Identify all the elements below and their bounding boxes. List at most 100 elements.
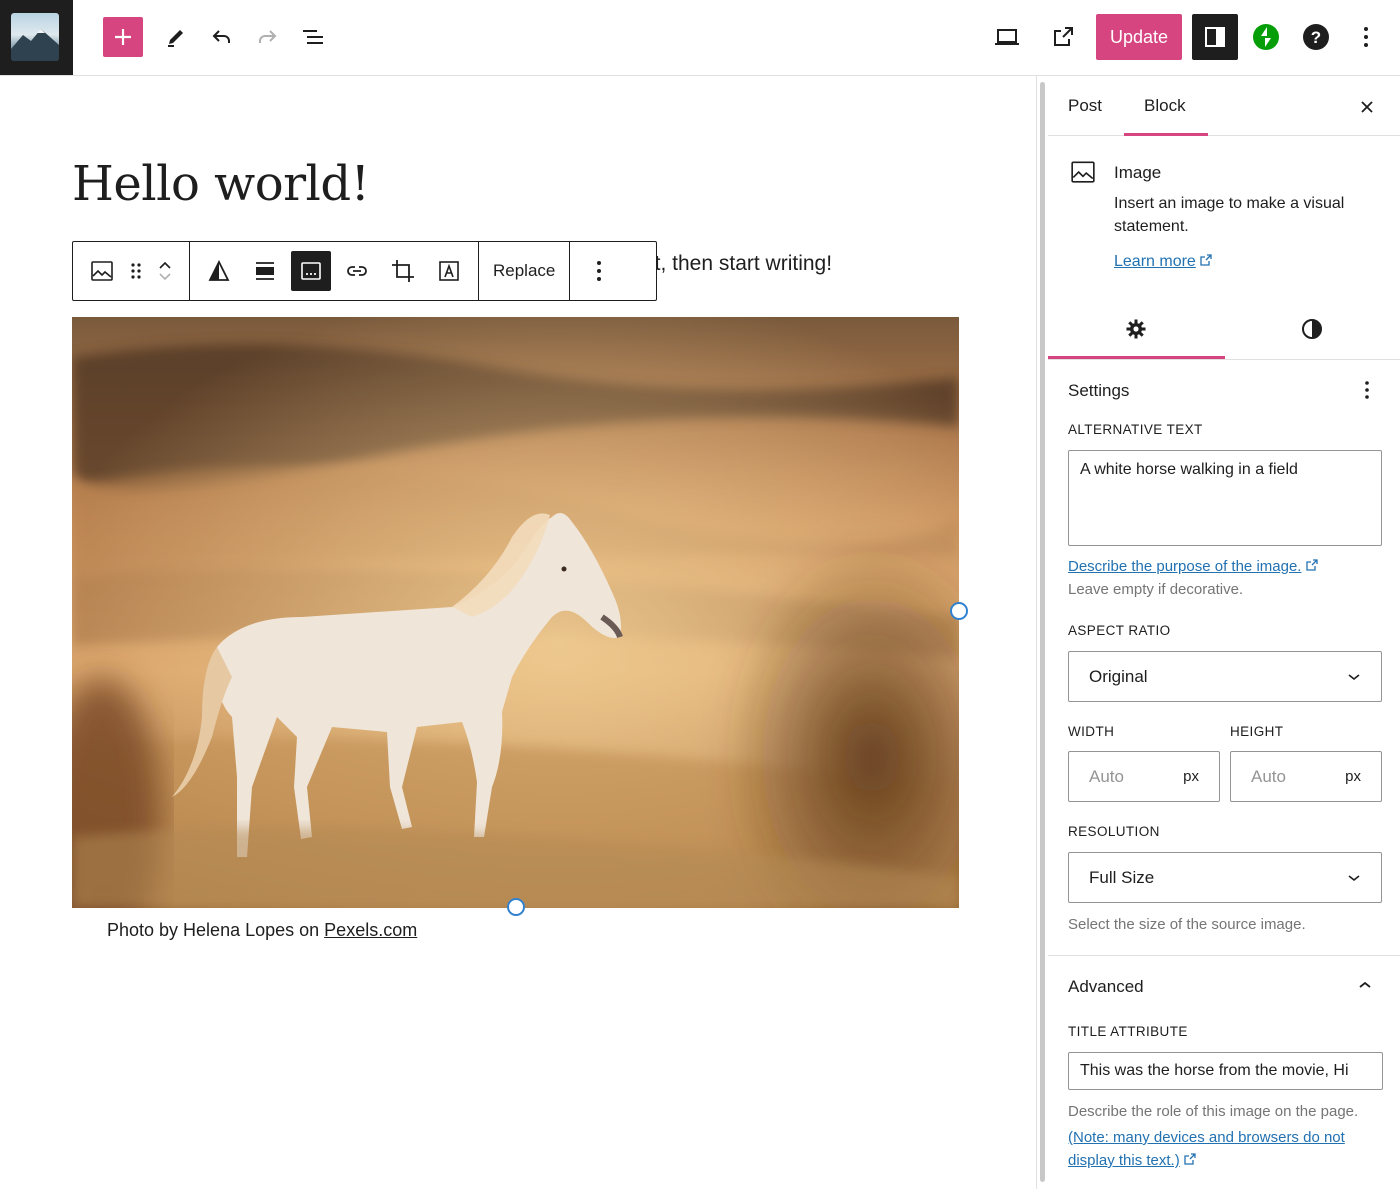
close-sidebar-button[interactable]	[1352, 92, 1382, 122]
help-button[interactable]: ?	[1296, 17, 1336, 57]
alt-help-link[interactable]: Describe the purpose of the image.	[1068, 558, 1318, 575]
settings-panel-options-button[interactable]	[1357, 377, 1377, 403]
contrast-icon	[1302, 319, 1322, 339]
svg-text:?: ?	[1311, 28, 1321, 47]
jetpack-icon	[1253, 24, 1279, 50]
block-inserter-button[interactable]	[103, 17, 143, 57]
width-input[interactable]: Auto px	[1068, 751, 1220, 802]
width-placeholder: Auto	[1089, 766, 1124, 786]
block-toolbar-group-replace: Replace	[479, 242, 571, 300]
canvas-scrollbar-thumb[interactable]	[1040, 82, 1045, 1182]
width-unit: px	[1183, 768, 1199, 785]
aspect-ratio-label: ASPECT RATIO	[1068, 623, 1171, 638]
sidebar-icon	[1205, 27, 1225, 47]
alt-text-label: ALTERNATIVE TEXT	[1068, 422, 1203, 437]
caption-text: Photo by Helena Lopes on	[107, 920, 325, 940]
align-button[interactable]	[245, 251, 285, 291]
block-options-button[interactable]	[579, 251, 619, 291]
image-block[interactable]	[72, 317, 959, 908]
link-button[interactable]	[337, 251, 377, 291]
tab-settings[interactable]	[1048, 298, 1224, 360]
replace-button[interactable]: Replace	[479, 242, 569, 300]
crop-button[interactable]	[383, 251, 423, 291]
external-link-icon	[1200, 254, 1212, 266]
aspect-ratio-select[interactable]: Original	[1068, 651, 1382, 702]
height-unit: px	[1345, 768, 1361, 785]
gear-icon	[1126, 319, 1146, 339]
resolution-label: RESOLUTION	[1068, 824, 1160, 839]
height-placeholder: Auto	[1251, 766, 1286, 786]
update-button[interactable]: Update	[1096, 14, 1182, 60]
alt-help-link-label[interactable]: Describe the purpose of the image.	[1068, 558, 1301, 575]
block-toolbar-group-more	[570, 242, 628, 300]
tools-button[interactable]	[156, 17, 196, 57]
advanced-panel-title: Advanced	[1068, 977, 1144, 996]
chevron-down-icon[interactable]	[157, 271, 173, 283]
caption-link[interactable]: Pexels.com	[324, 920, 417, 940]
chevron-up-icon[interactable]	[157, 259, 173, 271]
redo-icon	[259, 30, 277, 43]
resize-handle-bottom[interactable]	[507, 898, 525, 916]
block-inspector-tabs	[1048, 298, 1400, 360]
block-toolbar: Replace	[72, 241, 657, 301]
chevron-up-icon	[1359, 981, 1371, 988]
block-icon	[1070, 159, 1096, 190]
add-text-over-image-button[interactable]	[429, 251, 469, 291]
alt-text-input[interactable]: A white horse walking in a field	[1068, 450, 1382, 546]
paragraph-block[interactable]: it, then start writing!	[650, 252, 832, 276]
tab-block[interactable]: Block	[1144, 96, 1186, 116]
move-block-buttons[interactable]	[150, 251, 180, 291]
more-vertical-icon	[597, 261, 602, 281]
crop-icon	[392, 260, 414, 282]
resolution-select[interactable]: Full Size	[1068, 852, 1382, 903]
site-icon	[11, 13, 59, 61]
add-caption-button[interactable]	[291, 251, 331, 291]
height-label: HEIGHT	[1230, 724, 1284, 739]
preview-button[interactable]	[987, 17, 1027, 57]
duotone-icon	[208, 260, 230, 281]
block-card-title: Image	[1114, 163, 1162, 182]
title-attribute-label: TITLE ATTRIBUTE	[1068, 1024, 1188, 1039]
canvas-scrollbar[interactable]	[1036, 76, 1048, 1189]
title-attribute-note-label[interactable]: (Note: many devices and browsers do not …	[1068, 1129, 1345, 1169]
height-input[interactable]: Auto px	[1230, 751, 1382, 802]
list-view-icon	[303, 30, 323, 44]
site-icon-button[interactable]	[0, 0, 73, 75]
sidebar-tabs: Post Block	[1048, 76, 1400, 136]
view-post-button[interactable]	[1043, 17, 1083, 57]
title-attribute-input[interactable]: This was the horse from the movie, Hi	[1068, 1052, 1383, 1090]
tab-post[interactable]: Post	[1068, 96, 1102, 116]
title-attribute-note-link[interactable]: (Note: many devices and browsers do not …	[1068, 1126, 1378, 1172]
document-overview-button[interactable]	[293, 17, 333, 57]
resize-handle-right[interactable]	[950, 602, 968, 620]
desktop-icon	[995, 29, 1019, 45]
block-card-description: Insert an image to make a visual stateme…	[1114, 195, 1345, 235]
block-toolbar-group-parent	[73, 242, 190, 300]
pencil-icon	[168, 30, 183, 47]
external-link-icon	[1054, 27, 1073, 46]
learn-more-link[interactable]: Learn more	[1114, 253, 1212, 271]
image-caption[interactable]: Photo by Helena Lopes on Pexels.com	[107, 920, 417, 941]
post-title[interactable]: Hello world!	[72, 156, 370, 212]
advanced-panel-toggle[interactable]: Advanced	[1048, 956, 1400, 1016]
chevron-down-icon	[1348, 673, 1360, 680]
more-vertical-icon	[1365, 381, 1369, 399]
redo-button[interactable]	[247, 17, 287, 57]
link-icon	[347, 266, 367, 276]
options-button[interactable]	[1346, 17, 1386, 57]
tab-styles[interactable]	[1224, 298, 1400, 360]
learn-more-label[interactable]: Learn more	[1114, 253, 1196, 270]
drag-handle[interactable]	[125, 251, 147, 291]
title-attribute-help: Describe the role of this image on the p…	[1068, 1103, 1359, 1120]
undo-icon	[212, 30, 230, 43]
undo-button[interactable]	[202, 17, 242, 57]
jetpack-button[interactable]	[1246, 17, 1286, 57]
drag-handle-icon	[131, 263, 141, 279]
apply-duotone-button[interactable]	[199, 251, 239, 291]
block-type-button[interactable]	[82, 251, 122, 291]
block-toolbar-group-tools	[190, 242, 479, 300]
external-link-icon	[1305, 559, 1318, 571]
resolution-value: Full Size	[1089, 867, 1155, 887]
settings-sidebar-toggle[interactable]	[1192, 14, 1238, 60]
width-label: WIDTH	[1068, 724, 1115, 739]
